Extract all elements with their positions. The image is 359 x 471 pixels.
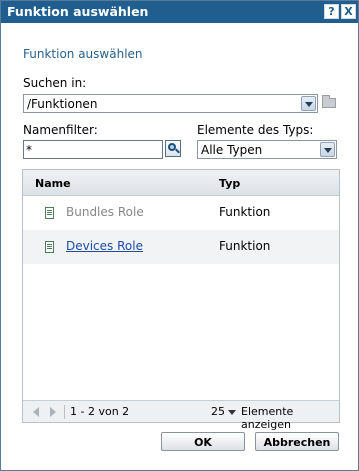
element-type-select[interactable]: Alle Typen: [197, 140, 337, 159]
role-icon: [45, 207, 54, 219]
element-type-label: Elemente des Typs:: [197, 123, 314, 137]
search-icon-handle: [175, 148, 180, 154]
page-size-select[interactable]: 25: [211, 405, 225, 418]
role-icon: [45, 241, 54, 253]
pager-divider: [64, 405, 65, 419]
caret-down-icon[interactable]: [228, 410, 236, 415]
page-heading: Funktion auswählen: [23, 47, 143, 61]
pager-range: 1 - 2 von 2: [70, 405, 130, 418]
search-in-value: /Funktionen: [27, 97, 98, 111]
results-list: Name Typ Bundles Role Funktion Devices R…: [22, 169, 340, 431]
name-filter-field[interactable]: [24, 141, 162, 158]
select-role-dialog: Funktion auswählen ? X Funktion auswähle…: [0, 0, 359, 471]
previous-page-icon[interactable]: [33, 407, 39, 417]
row-type: Funktion: [219, 239, 271, 253]
chevron-down-icon[interactable]: [301, 96, 316, 111]
folder-up-icon[interactable]: [322, 95, 336, 108]
row-type: Funktion: [219, 205, 271, 219]
page-size-label: Elemente anzeigen: [241, 405, 294, 431]
title-bar: Funktion auswählen ? X: [1, 1, 358, 23]
pager-bar: 1 - 2 von 2 25 Elemente anzeigen: [23, 400, 339, 431]
search-in-select[interactable]: /Funktionen: [23, 94, 318, 113]
cancel-button[interactable]: Abbrechen: [255, 432, 339, 451]
table-row[interactable]: Bundles Role Funktion: [23, 196, 339, 230]
row-name[interactable]: Bundles Role: [66, 205, 144, 219]
chevron-down-icon[interactable]: [320, 142, 335, 157]
list-header: Name Typ: [23, 170, 339, 196]
search-in-label: Suchen in:: [23, 76, 87, 90]
next-page-icon[interactable]: [50, 407, 56, 417]
column-header-name[interactable]: Name: [35, 177, 71, 190]
row-name-link[interactable]: Devices Role: [66, 239, 143, 253]
table-row[interactable]: Devices Role Funktion: [23, 230, 339, 264]
ok-button[interactable]: OK: [161, 432, 245, 451]
column-header-type[interactable]: Typ: [219, 177, 240, 190]
help-button[interactable]: ?: [324, 4, 339, 19]
search-button[interactable]: [165, 140, 181, 157]
name-filter-input[interactable]: [23, 140, 163, 159]
element-type-value: Alle Typen: [201, 143, 263, 157]
close-button[interactable]: X: [341, 4, 356, 19]
window-title: Funktion auswählen: [7, 4, 149, 19]
name-filter-label: Namenfilter:: [23, 123, 98, 137]
